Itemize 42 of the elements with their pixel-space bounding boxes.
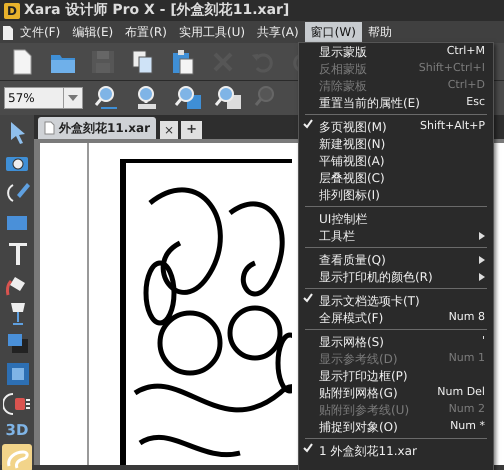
menu-item[interactable]: 编辑(E)	[66, 22, 120, 42]
menu-item[interactable]: 贴附到网格(G) Num Del	[299, 384, 493, 401]
zoom-field[interactable]: 57%	[4, 87, 64, 109]
menu-item[interactable]: 工具栏	[299, 227, 493, 244]
extrude-tool[interactable]: 3D	[2, 419, 32, 442]
submenu-arrow-icon	[479, 272, 485, 280]
menu-item[interactable]: 查看质量(Q)	[299, 251, 493, 268]
menu-item[interactable]: 帮助	[362, 22, 398, 42]
menu-item[interactable]: 显示打印机的颜色(R)	[299, 268, 493, 285]
checkmark-icon	[303, 119, 313, 130]
document-icon	[2, 23, 14, 41]
menu-item[interactable]: 排列图标(I)	[299, 186, 493, 203]
menu-item[interactable]: 文件(F)	[14, 22, 66, 42]
hand-drawn-swirl-icon[interactable]	[2, 444, 32, 470]
menu-item[interactable]: 显示网格(S) '	[299, 333, 493, 350]
menu-item[interactable]: 重置当前的属性(E) Esc	[299, 94, 493, 111]
menu-item[interactable]: 捕捉到对象(O) Num *	[299, 418, 493, 435]
menu-item[interactable]: 显示蒙版 Ctrl+M	[299, 43, 493, 60]
menu-item[interactable]: 显示打印边框(P)	[299, 367, 493, 384]
document-icon	[44, 121, 55, 135]
submenu-arrow-icon	[479, 232, 485, 240]
menu-item[interactable]: 1 外盒刻花11.xar	[299, 442, 493, 459]
tab-close-button[interactable]: ×	[160, 121, 178, 139]
submenu-arrow-icon	[479, 256, 485, 264]
dropdown-caret-icon[interactable]	[64, 87, 83, 109]
checkmark-icon	[303, 443, 313, 454]
menu-item[interactable]: 新建视图(N)	[299, 135, 493, 152]
new-tab-button[interactable]: +	[181, 121, 202, 139]
menu-item[interactable]: 窗口(W)	[304, 22, 362, 42]
menu-item[interactable]: 多页视图(M) Shift+Alt+P	[299, 118, 493, 135]
document-tab[interactable]: 外盒刻花11.xar	[38, 117, 156, 139]
menu-item[interactable]: 实用工具(U)	[172, 22, 252, 42]
menu-item[interactable]: 平铺视图(A)	[299, 152, 493, 169]
menu-item[interactable]: 共享(A)	[251, 22, 305, 42]
menu-item[interactable]: UI控制栏	[299, 210, 493, 227]
window-title: Xara 设计师 Pro X - [外盒刻花11.xar]	[24, 1, 290, 20]
menu-item[interactable]: 布置(R)	[119, 22, 173, 42]
checkmark-icon	[303, 293, 313, 304]
menu-item[interactable]: 层叠视图(C)	[299, 169, 493, 186]
menu-item[interactable]: 显示文档选项卡(T)	[299, 292, 493, 309]
menu-item[interactable]: 全屏模式(F) Num 8	[299, 309, 493, 326]
app-logo: D	[4, 2, 20, 18]
